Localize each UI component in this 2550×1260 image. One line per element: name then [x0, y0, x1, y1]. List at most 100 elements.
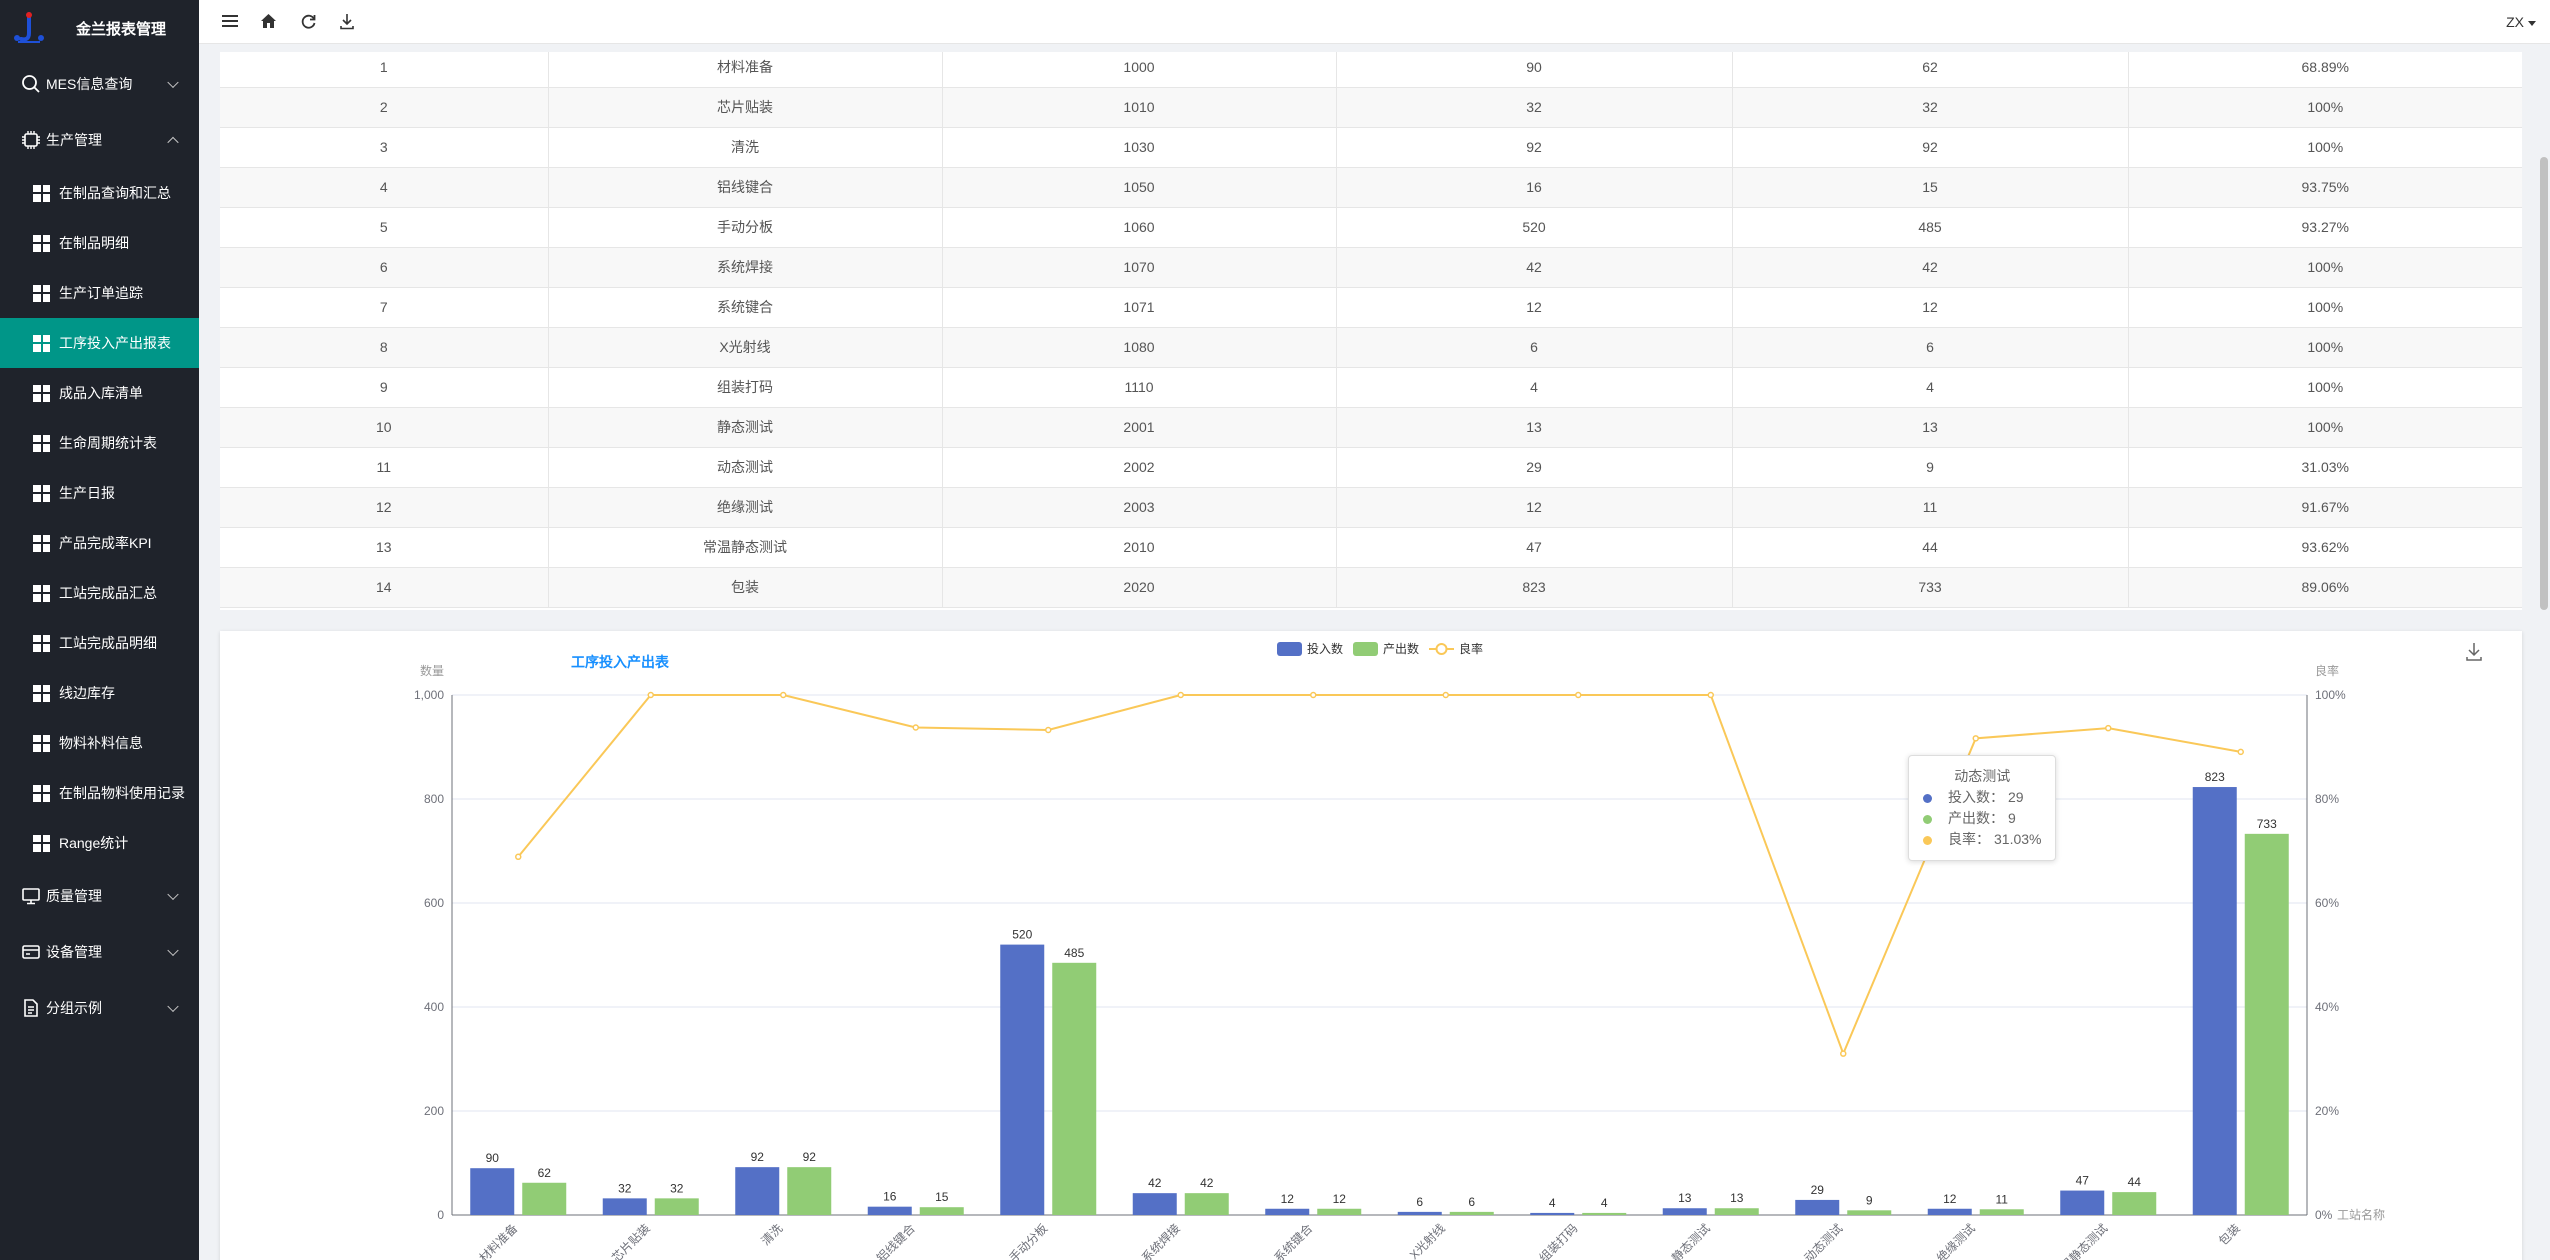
sidebar-item[interactable]: 成品入库清单 [0, 368, 199, 418]
table-row: 6 系统焊接 1070 42 42 100% [220, 247, 2522, 288]
sidebar-item[interactable]: 生产日报 [0, 468, 199, 518]
sidebar-item[interactable]: 工站完成品汇总 [0, 568, 199, 618]
yield-point [912, 724, 919, 731]
sidebar-group-0[interactable]: MES信息查询 [0, 56, 199, 112]
table-row: 8 X光射线 1080 6 6 100% [220, 327, 2522, 368]
table-cell: 93.27% [2128, 207, 2522, 248]
sidebar-item[interactable]: 生命周期统计表 [0, 418, 199, 468]
grid-icon [33, 634, 50, 652]
table-cell: 清洗 [548, 127, 943, 168]
table-row: 5 手动分板 1060 520 485 93.27% [220, 207, 2522, 248]
bar-input [1530, 1212, 1575, 1215]
y2-tick-label: 80% [2315, 792, 2339, 806]
y2-tick-label: 0% [2315, 1208, 2333, 1222]
sidebar-group-1[interactable]: 生产管理 [0, 112, 199, 168]
save-image-icon[interactable] [2466, 643, 2482, 661]
chip-icon [20, 129, 42, 151]
table-cell: 93.75% [2128, 167, 2522, 208]
grid-icon [33, 284, 50, 302]
yield-point [1442, 691, 1449, 699]
bar-value-label: 13 [1730, 1191, 1744, 1205]
sidebar-item[interactable]: 物料补料信息 [0, 718, 199, 768]
bar-value-label: 62 [538, 1166, 552, 1180]
table-cell: 100% [2128, 247, 2522, 288]
bar-value-label: 44 [2128, 1175, 2142, 1189]
x-tick-label: 静态测试 [1668, 1221, 1713, 1260]
tooltip-value: 9 [2008, 810, 2016, 826]
bar-input [1927, 1208, 1972, 1215]
grid-icon [33, 534, 50, 552]
table-cell: X光射线 [548, 327, 943, 368]
bar-value-label: 92 [751, 1150, 765, 1164]
bar-value-label: 42 [1148, 1176, 1162, 1190]
sidebar-item[interactable]: Range统计 [0, 818, 199, 868]
sidebar-group-4[interactable]: 分组示例 [0, 980, 199, 1036]
yield-point [1177, 691, 1184, 699]
table-cell: 13 [1732, 407, 2129, 448]
table-cell: 32 [1336, 87, 1733, 128]
yield-point [1972, 735, 1979, 742]
sidebar-item[interactable]: 在制品查询和汇总 [0, 168, 199, 218]
user-menu[interactable]: ZX [2506, 14, 2536, 30]
refresh-icon[interactable] [298, 11, 318, 31]
sidebar-item-label: 工站完成品明细 [59, 635, 157, 651]
download-icon[interactable] [337, 11, 357, 31]
sidebar-item[interactable]: 工序投入产出报表 [0, 318, 199, 368]
legend-swatch [1277, 642, 1302, 656]
sidebar-item[interactable]: 线边库存 [0, 668, 199, 718]
y2-tick-label: 100% [2315, 688, 2346, 702]
x-tick-label: 芯片贴装 [609, 1221, 653, 1260]
table-cell: 13 [1336, 407, 1733, 448]
table-cell: 芯片贴装 [548, 87, 943, 128]
table-cell: 1050 [942, 167, 1337, 208]
sidebar-group-3[interactable]: 设备管理 [0, 924, 199, 980]
y-tick-label: 0 [437, 1208, 444, 1222]
table-cell: 16 [1336, 167, 1733, 208]
yield-point [780, 691, 787, 699]
yield-point [1840, 1050, 1847, 1057]
tooltip-line: 良率： 31.03% [1923, 829, 2041, 850]
table-cell: 12 [1732, 287, 2129, 328]
table-cell: 绝缘测试 [548, 487, 943, 528]
x-tick-label: 绝缘测试 [1933, 1221, 1978, 1260]
sidebar-item[interactable]: 在制品明细 [0, 218, 199, 268]
legend-label: 良率 [1459, 641, 1483, 656]
table-cell: 44 [1732, 527, 2129, 568]
table-scrollbar[interactable] [2540, 157, 2548, 610]
table-row: 2 芯片贴装 1010 32 32 100% [220, 87, 2522, 128]
yield-point [1707, 691, 1714, 699]
bar-input [2192, 787, 2237, 1215]
bar-value-label: 12 [1333, 1192, 1347, 1206]
table-cell: 13 [220, 527, 549, 568]
sidebar-group-2[interactable]: 质量管理 [0, 868, 199, 924]
table-cell: 2 [220, 87, 549, 128]
table-cell: 4 [1732, 367, 2129, 408]
table-row: 7 系统键合 1071 12 12 100% [220, 287, 2522, 328]
table-cell: 100% [2128, 367, 2522, 408]
grid-icon [33, 834, 50, 852]
table-cell: 1 [220, 52, 549, 88]
bar-value-label: 29 [1811, 1183, 1825, 1197]
sidebar-group-label: 设备管理 [46, 944, 102, 960]
tooltip-label: 投入数： [1948, 789, 2004, 805]
menu-icon[interactable] [220, 11, 240, 31]
caret-down-icon [2528, 20, 2536, 26]
bar-value-label: 12 [1281, 1192, 1295, 1206]
table-row: 9 组装打码 1110 4 4 100% [220, 367, 2522, 408]
grid-icon [33, 434, 50, 452]
table-cell: 42 [1336, 247, 1733, 288]
search-icon [20, 73, 42, 95]
sidebar-item[interactable]: 在制品物料使用记录 [0, 768, 199, 818]
table-cell: 7 [220, 287, 549, 328]
chevron-down-icon [167, 1000, 179, 1013]
bar-value-label: 42 [1200, 1176, 1214, 1190]
sidebar-item[interactable]: 生产订单追踪 [0, 268, 199, 318]
sidebar-item[interactable]: 产品完成率KPI [0, 518, 199, 568]
app-logo: 金兰报表管理 [0, 0, 199, 56]
sidebar-item[interactable]: 工站完成品明细 [0, 618, 199, 668]
home-icon[interactable] [258, 11, 278, 31]
yield-point [515, 853, 522, 861]
sidebar-group-label: MES信息查询 [46, 76, 133, 92]
user-name: ZX [2506, 14, 2524, 30]
bar-value-label: 4 [1601, 1196, 1608, 1210]
